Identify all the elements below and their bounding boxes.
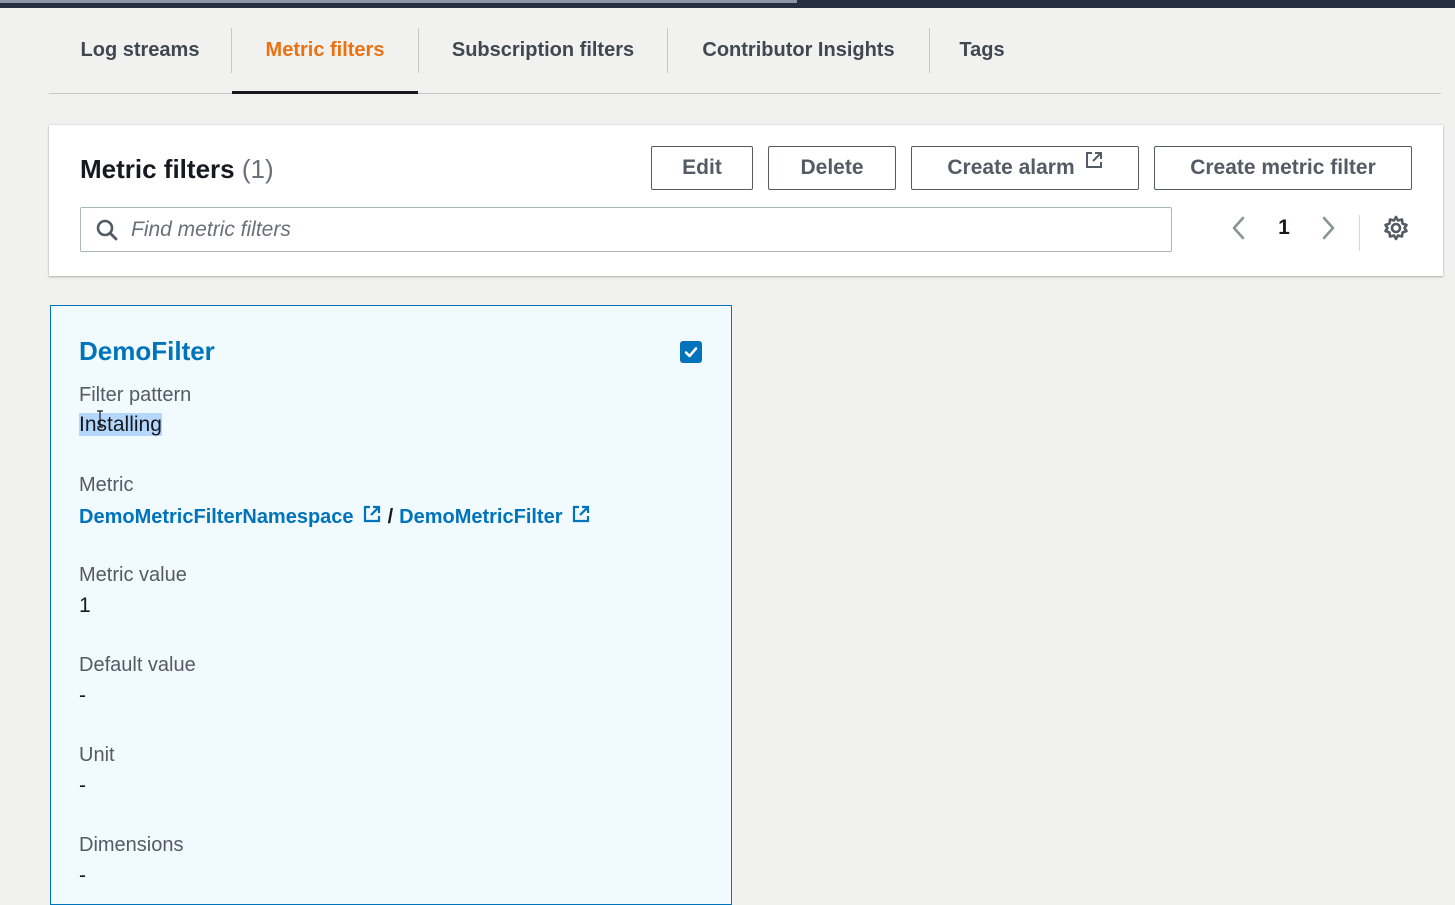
default-value-label: Default value — [79, 654, 196, 676]
search-icon — [95, 218, 119, 242]
text-cursor-icon — [97, 410, 103, 428]
metric-namespace-link[interactable]: DemoMetricFilterNamespace — [79, 506, 354, 529]
metric-value-line: DemoMetricFilterNamespace / DemoMetricFi… — [79, 504, 591, 530]
metric-name-link[interactable]: DemoMetricFilter — [399, 506, 562, 529]
create-metric-filter-button[interactable]: Create metric filter — [1154, 146, 1412, 190]
metric-filters-panel: Metric filters (1) Edit Delete Create al… — [49, 125, 1443, 276]
pagination-divider — [1359, 215, 1360, 251]
tab-log-streams[interactable]: Log streams — [49, 8, 231, 93]
filter-pattern-value: Installing — [79, 413, 162, 437]
edit-button-label: Edit — [682, 156, 722, 179]
unit-value: - — [79, 774, 86, 797]
metric-value: 1 — [79, 594, 91, 617]
search-input[interactable] — [131, 209, 1131, 250]
filter-pattern-text: Installing — [79, 413, 162, 436]
metric-filter-card[interactable]: DemoFilter Filter pattern Installing Met… — [50, 305, 732, 905]
tab-bar: Log streams Metric filters Subscription … — [49, 8, 1441, 94]
create-alarm-button[interactable]: Create alarm — [911, 146, 1139, 190]
top-bar — [0, 0, 1455, 8]
metric-separator: / — [387, 505, 394, 528]
tab-contributor-insights[interactable]: Contributor Insights — [668, 8, 929, 93]
settings-gear-icon[interactable] — [1382, 214, 1410, 247]
create-alarm-button-label: Create alarm — [947, 156, 1075, 179]
filter-pattern-label: Filter pattern — [79, 384, 192, 406]
create-metric-filter-button-label: Create metric filter — [1190, 156, 1376, 179]
delete-button-label: Delete — [800, 156, 864, 179]
metric-label: Metric — [79, 474, 134, 496]
delete-button[interactable]: Delete — [768, 146, 896, 190]
current-page-number[interactable]: 1 — [1275, 216, 1293, 240]
panel-title: Metric filters (1) — [80, 154, 274, 185]
checkmark-icon — [684, 347, 698, 358]
dimensions-label: Dimensions — [79, 834, 184, 856]
unit-label: Unit — [79, 744, 115, 766]
edit-button[interactable]: Edit — [651, 146, 753, 190]
external-link-icon — [1085, 151, 1103, 175]
panel-title-text: Metric filters — [80, 154, 235, 184]
metric-value-label: Metric value — [79, 564, 187, 586]
search-field[interactable] — [80, 207, 1172, 252]
panel-title-count: (1) — [241, 154, 274, 184]
tab-subscription-filters[interactable]: Subscription filters — [419, 8, 667, 93]
select-checkbox[interactable] — [680, 341, 702, 363]
tab-tags[interactable]: Tags — [930, 8, 1034, 93]
external-link-icon[interactable] — [362, 504, 382, 530]
previous-page-icon[interactable] — [1228, 215, 1250, 246]
tab-metric-filters[interactable]: Metric filters — [232, 8, 418, 94]
filter-name-link[interactable]: DemoFilter — [79, 336, 215, 367]
dimensions-value: - — [79, 864, 86, 887]
loading-progress-bar — [0, 0, 797, 3]
default-value: - — [79, 684, 86, 707]
next-page-icon[interactable] — [1317, 215, 1339, 246]
external-link-icon[interactable] — [571, 504, 591, 530]
